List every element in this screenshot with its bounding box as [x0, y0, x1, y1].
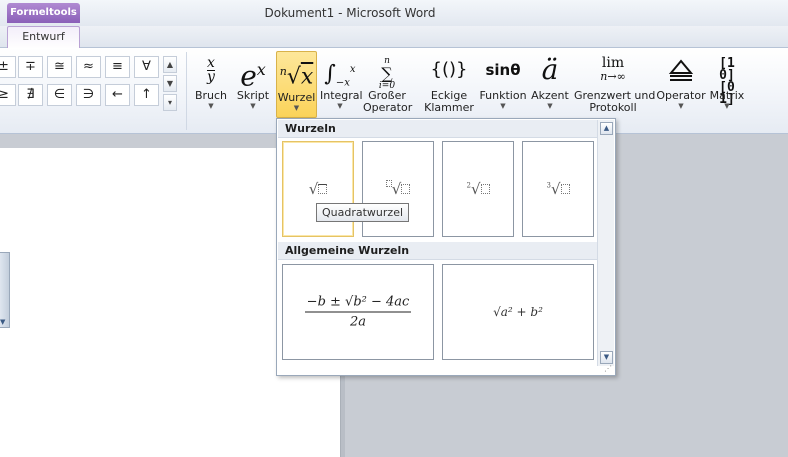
scroll-up-icon[interactable]: ▲ [600, 122, 613, 135]
accent-icon: ä [541, 53, 559, 86]
chevron-down-icon: ▼ [208, 102, 214, 110]
matrix-button[interactable]: [1 0] [0 1] Matrix ▼ [708, 50, 746, 116]
ribbon-tab-row: Entwurf [0, 26, 788, 49]
margin-handle[interactable]: ▼ [0, 252, 10, 328]
resize-grip-icon[interactable]: ⋰ [604, 364, 612, 373]
fraction-icon: xy [207, 54, 215, 85]
limit-icon: lim n→∞ [600, 55, 626, 83]
eckige-klammer-button[interactable]: {()} Eckige Klammer [423, 50, 475, 116]
symbol-left-arrow[interactable]: ← [105, 84, 130, 106]
symbol-congruent[interactable]: ≅ [47, 56, 72, 78]
bracket-icon: {()} [430, 59, 468, 80]
matrix-icon: [1 0] [0 1] [719, 56, 735, 107]
grosser-operator-button[interactable]: n ∑ i=0 Großer Operator [363, 50, 412, 116]
tooltip-quadratwurzel: Quadratwurzel [316, 203, 410, 222]
symbol-plus-minus[interactable]: ± [0, 56, 16, 78]
operator-icon [656, 50, 706, 90]
symbol-greater-equal[interactable]: ≥ [0, 84, 16, 106]
window-title: Dokument1 - Microsoft Word [264, 6, 436, 20]
tab-entwurf[interactable]: Entwurf [7, 26, 80, 49]
gallery-down-icon[interactable]: ▼ [163, 75, 177, 92]
wurzel-button[interactable]: n√x Wurzel ▼ [276, 51, 317, 118]
script-icon: ex [240, 59, 266, 93]
chevron-down-icon: ▼ [678, 102, 684, 110]
akzent-button[interactable]: ä Akzent ▼ [530, 50, 570, 116]
symbol-element-of[interactable]: ∈ [47, 84, 72, 106]
section-wurzeln: Wurzeln [278, 120, 597, 138]
chevron-down-icon: ▼ [500, 102, 506, 110]
skript-button[interactable]: ex Skript ▼ [234, 50, 272, 116]
sum-icon: n ∑ i=0 [378, 56, 396, 91]
gallery-more-icon[interactable]: ▾ [163, 94, 177, 111]
chevron-down-icon: ▼ [337, 102, 343, 110]
title-bar: Formeltools Dokument1 - Microsoft Word [0, 0, 788, 26]
integral-button[interactable]: ∫−xx Integral ▼ [320, 50, 363, 116]
chevron-down-icon: ▼ [547, 102, 553, 110]
tile-nth-root[interactable]: √ [362, 141, 434, 237]
symbol-not-exists[interactable]: ∄ [18, 84, 43, 106]
gallery-up-icon[interactable]: ▲ [163, 56, 177, 73]
wurzel-dropdown: Wurzeln √ √ 2√ 3√ Allgemeine Wurzeln −b … [276, 118, 616, 376]
tile-square-root[interactable]: √ [282, 141, 354, 237]
scroll-down-icon[interactable]: ▼ [600, 351, 613, 364]
chevron-down-icon: ▼ [250, 102, 256, 110]
tile-square-root-degree-2[interactable]: 2√ [442, 141, 514, 237]
chevron-down-icon: ▼ [0, 318, 6, 326]
symbol-minus-plus[interactable]: ∓ [18, 56, 43, 78]
tile-cube-root[interactable]: 3√ [522, 141, 594, 237]
symbol-for-all[interactable]: ∀ [134, 56, 159, 78]
tile-quadratic-formula[interactable]: −b ± √b² − 4ac 2a [282, 264, 434, 360]
operator-button[interactable]: Operator ▼ [656, 50, 706, 116]
dropdown-scrollbar[interactable]: ▲ ▼ [597, 120, 614, 366]
symbol-contains[interactable]: ∋ [76, 84, 101, 106]
gallery-scroll: ▲ ▼ ▾ [163, 56, 179, 112]
symbol-identical[interactable]: ≡ [105, 56, 130, 78]
grenzwert-button[interactable]: lim n→∞ Grenzwert und Protokoll [574, 50, 655, 116]
function-icon: sinθ [485, 61, 521, 79]
bruch-button[interactable]: xy Bruch ▼ [193, 50, 229, 116]
chevron-down-icon: ▼ [724, 102, 730, 110]
section-allgemeine-wurzeln: Allgemeine Wurzeln [278, 242, 597, 260]
symbol-up-arrow[interactable]: ↑ [134, 84, 159, 106]
tile-pythagoras-root[interactable]: √a² + b² [442, 264, 594, 360]
symbol-approx[interactable]: ≈ [76, 56, 101, 78]
integral-icon: ∫−xx [324, 61, 356, 89]
radical-icon: n√x [279, 64, 314, 90]
funktion-button[interactable]: sinθ Funktion ▼ [479, 50, 527, 116]
chevron-down-icon: ▼ [293, 104, 300, 112]
ribbon-separator [186, 52, 187, 130]
